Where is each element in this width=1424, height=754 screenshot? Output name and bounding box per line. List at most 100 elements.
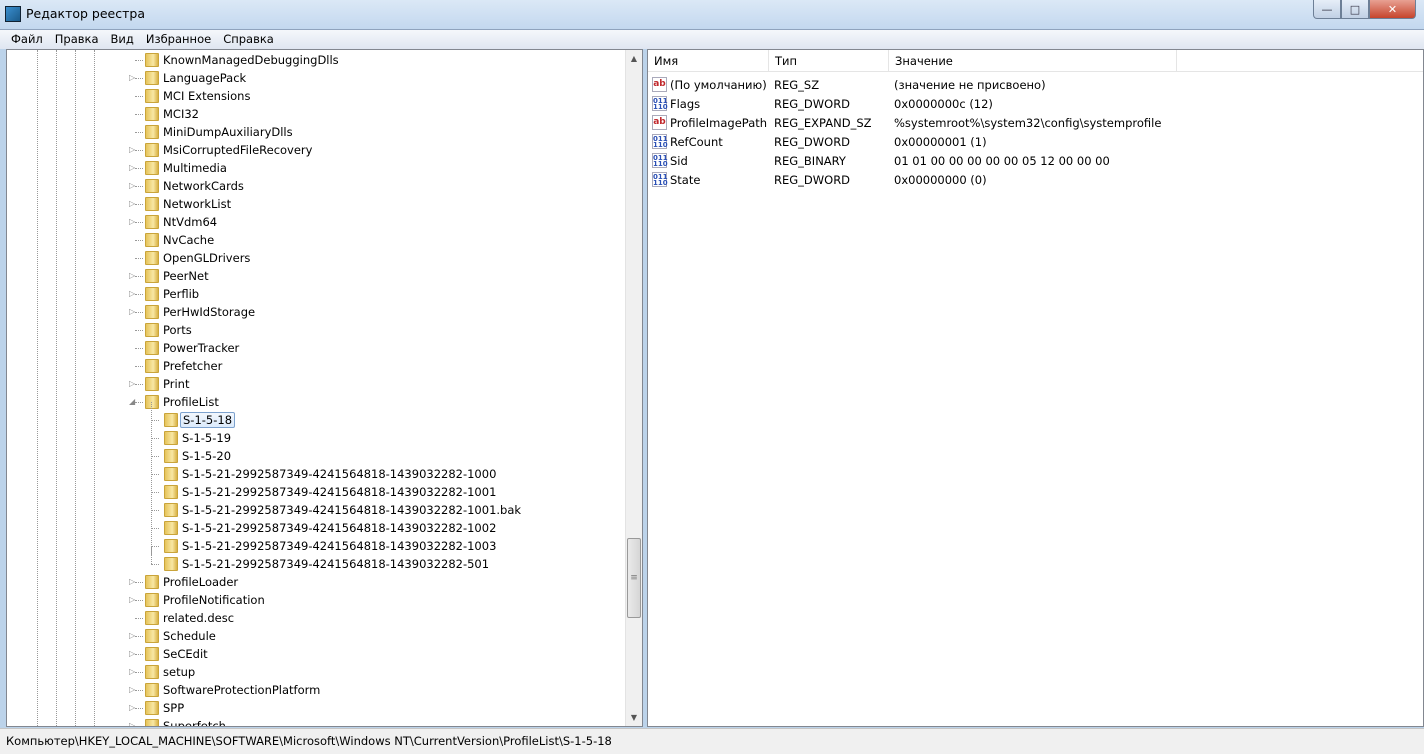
tree-node-label[interactable]: MiniDumpAuxiliaryDlls bbox=[161, 124, 295, 140]
tree-node[interactable]: ▷ ProfileLoader bbox=[7, 573, 625, 591]
tree-node[interactable]: ◢ ProfileList bbox=[7, 393, 625, 411]
tree-node[interactable]: S-1-5-21-2992587349-4241564818-143903228… bbox=[7, 456, 625, 483]
tree-node-label[interactable]: S-1-5-21-2992587349-4241564818-143903228… bbox=[180, 466, 498, 482]
tree-node[interactable]: ▷ NtVdm64 bbox=[7, 213, 625, 231]
tree-node[interactable]: ▷ LanguagePack bbox=[7, 69, 625, 87]
value-row[interactable]: 011 110 Flags REG_DWORD 0x0000000c (12) bbox=[648, 94, 1248, 113]
tree-node-label[interactable]: setup bbox=[161, 664, 197, 680]
tree-node[interactable]: ▷ PerHwIdStorage bbox=[7, 303, 625, 321]
tree-node[interactable]: ▷ Multimedia bbox=[7, 159, 625, 177]
tree-node-label[interactable]: S-1-5-21-2992587349-4241564818-143903228… bbox=[180, 520, 498, 536]
value-row[interactable]: 011 110 RefCount REG_DWORD 0x00000001 (1) bbox=[648, 132, 1248, 151]
tree-node-label[interactable]: NetworkList bbox=[161, 196, 233, 212]
tree-node-label[interactable]: S-1-5-21-2992587349-4241564818-143903228… bbox=[180, 502, 523, 518]
column-type[interactable]: Тип bbox=[769, 50, 889, 72]
tree-node-label[interactable]: related.desc bbox=[161, 610, 236, 626]
tree-node-label[interactable]: S-1-5-18 bbox=[180, 412, 236, 428]
tree-node-label[interactable]: Superfetch bbox=[161, 718, 228, 726]
tree-node-label[interactable]: OpenGLDrivers bbox=[161, 250, 252, 266]
tree-node[interactable]: ▷ Superfetch bbox=[7, 717, 625, 726]
tree-node-label[interactable]: S-1-5-21-2992587349-4241564818-143903228… bbox=[180, 538, 498, 554]
tree-node-label[interactable]: Perflib bbox=[161, 286, 201, 302]
tree-node[interactable]: Ports bbox=[7, 321, 625, 339]
tree-node-label[interactable]: ProfileList bbox=[161, 394, 221, 410]
tree-node-label[interactable]: SPP bbox=[161, 700, 186, 716]
tree-node[interactable]: PowerTracker bbox=[7, 339, 625, 357]
tree-node-label[interactable]: LanguagePack bbox=[161, 70, 248, 86]
tree-node-label[interactable]: S-1-5-19 bbox=[180, 430, 233, 446]
tree-node-label[interactable]: PowerTracker bbox=[161, 340, 241, 356]
tree-node-label[interactable]: ProfileNotification bbox=[161, 592, 267, 608]
tree-node-label[interactable]: Multimedia bbox=[161, 160, 229, 176]
menu-file[interactable]: Файл bbox=[5, 30, 49, 49]
tree-node-label[interactable]: MCI32 bbox=[161, 106, 201, 122]
tree-node[interactable]: ▷ SPP bbox=[7, 699, 625, 717]
tree-node[interactable]: ▷ ProfileNotification bbox=[7, 591, 625, 609]
tree-node[interactable]: ▷ NetworkList bbox=[7, 195, 625, 213]
values-list[interactable]: Имя Тип Значение ab (По умолчанию) REG_S… bbox=[647, 49, 1424, 727]
tree-node[interactable]: ▷ SeCEdit bbox=[7, 645, 625, 663]
value-row[interactable]: 011 110 State REG_DWORD 0x00000000 (0) bbox=[648, 170, 1248, 189]
tree-node-label[interactable]: MsiCorruptedFileRecovery bbox=[161, 142, 314, 158]
tree-node-label[interactable]: KnownManagedDebuggingDlls bbox=[161, 52, 341, 68]
tree-node-label[interactable]: S-1-5-21-2992587349-4241564818-143903228… bbox=[180, 556, 491, 572]
tree-node[interactable]: S-1-5-18 bbox=[7, 402, 625, 429]
tree-node[interactable]: ▷ Print bbox=[7, 375, 625, 393]
tree-node[interactable]: S-1-5-21-2992587349-4241564818-143903228… bbox=[7, 546, 625, 573]
value-row[interactable]: 011 110 Sid REG_BINARY 01 01 00 00 00 00 … bbox=[648, 151, 1248, 170]
tree-node-label[interactable]: ProfileLoader bbox=[161, 574, 240, 590]
tree-node[interactable]: S-1-5-21-2992587349-4241564818-143903228… bbox=[7, 528, 625, 555]
menu-view[interactable]: Вид bbox=[105, 30, 140, 49]
close-button[interactable]: ✕ bbox=[1369, 0, 1416, 19]
value-row[interactable]: ab ProfileImagePath REG_EXPAND_SZ %syste… bbox=[648, 113, 1248, 132]
tree-node[interactable]: ▷ Schedule bbox=[7, 627, 625, 645]
tree-node[interactable]: ▷ MsiCorruptedFileRecovery bbox=[7, 141, 625, 159]
tree-node[interactable]: NvCache bbox=[7, 231, 625, 249]
tree-node-label[interactable]: Prefetcher bbox=[161, 358, 224, 374]
scroll-down-button[interactable]: ▼ bbox=[626, 709, 642, 726]
tree-node[interactable]: KnownManagedDebuggingDlls bbox=[7, 51, 625, 69]
tree-node-label[interactable]: S-1-5-20 bbox=[180, 448, 233, 464]
tree-node[interactable]: S-1-5-21-2992587349-4241564818-143903228… bbox=[7, 492, 625, 519]
tree-node-label[interactable]: Ports bbox=[161, 322, 194, 338]
tree-node-label[interactable]: Print bbox=[161, 376, 191, 392]
tree-node[interactable]: MCI32 bbox=[7, 105, 625, 123]
tree-node-label[interactable]: NvCache bbox=[161, 232, 216, 248]
tree-node-label[interactable]: S-1-5-21-2992587349-4241564818-143903228… bbox=[180, 484, 498, 500]
column-value[interactable]: Значение bbox=[889, 50, 1177, 72]
tree-node[interactable]: S-1-5-20 bbox=[7, 438, 625, 465]
tree-node[interactable]: ▷ Perflib bbox=[7, 285, 625, 303]
menu-edit[interactable]: Правка bbox=[49, 30, 105, 49]
tree-node[interactable]: ▷ PeerNet bbox=[7, 267, 625, 285]
tree-node-label[interactable]: NtVdm64 bbox=[161, 214, 219, 230]
tree-node[interactable]: ▷ NetworkCards bbox=[7, 177, 625, 195]
menu-help[interactable]: Справка bbox=[217, 30, 280, 49]
tree-node-label[interactable]: SeCEdit bbox=[161, 646, 210, 662]
tree-node-label[interactable]: PerHwIdStorage bbox=[161, 304, 257, 320]
scroll-up-button[interactable]: ▲ bbox=[626, 50, 642, 67]
expand-arrow-icon[interactable]: ▷ bbox=[129, 721, 135, 726]
tree-node-label[interactable]: MCI Extensions bbox=[161, 88, 252, 104]
registry-tree[interactable]: KnownManagedDebuggingDlls ▷ LanguagePack MC… bbox=[6, 49, 643, 727]
scroll-thumb[interactable]: ≡ bbox=[627, 538, 641, 618]
tree-node[interactable]: S-1-5-21-2992587349-4241564818-143903228… bbox=[7, 510, 625, 537]
minimize-button[interactable]: — bbox=[1313, 0, 1341, 19]
maximize-button[interactable]: □ bbox=[1341, 0, 1369, 19]
tree-node[interactable]: ▷ SoftwareProtectionPlatform bbox=[7, 681, 625, 699]
tree-node[interactable]: ▷ setup bbox=[7, 663, 625, 681]
tree-node[interactable]: related.desc bbox=[7, 609, 625, 627]
tree-node[interactable]: MiniDumpAuxiliaryDlls bbox=[7, 123, 625, 141]
tree-node[interactable]: OpenGLDrivers bbox=[7, 249, 625, 267]
menu-favorites[interactable]: Избранное bbox=[140, 30, 217, 49]
tree-vertical-scrollbar[interactable]: ▲ ≡ ▼ bbox=[625, 50, 642, 726]
value-row[interactable]: ab (По умолчанию) REG_SZ (значение не пр… bbox=[648, 75, 1248, 94]
tree-node[interactable]: Prefetcher bbox=[7, 357, 625, 375]
tree-node[interactable]: S-1-5-21-2992587349-4241564818-143903228… bbox=[7, 474, 625, 501]
tree-node-label[interactable]: SoftwareProtectionPlatform bbox=[161, 682, 322, 698]
tree-node-label[interactable]: NetworkCards bbox=[161, 178, 246, 194]
tree-node[interactable]: MCI Extensions bbox=[7, 87, 625, 105]
tree-node-label[interactable]: PeerNet bbox=[161, 268, 211, 284]
tree-node[interactable]: S-1-5-19 bbox=[7, 420, 625, 447]
column-name[interactable]: Имя bbox=[648, 50, 769, 72]
tree-node-label[interactable]: Schedule bbox=[161, 628, 218, 644]
